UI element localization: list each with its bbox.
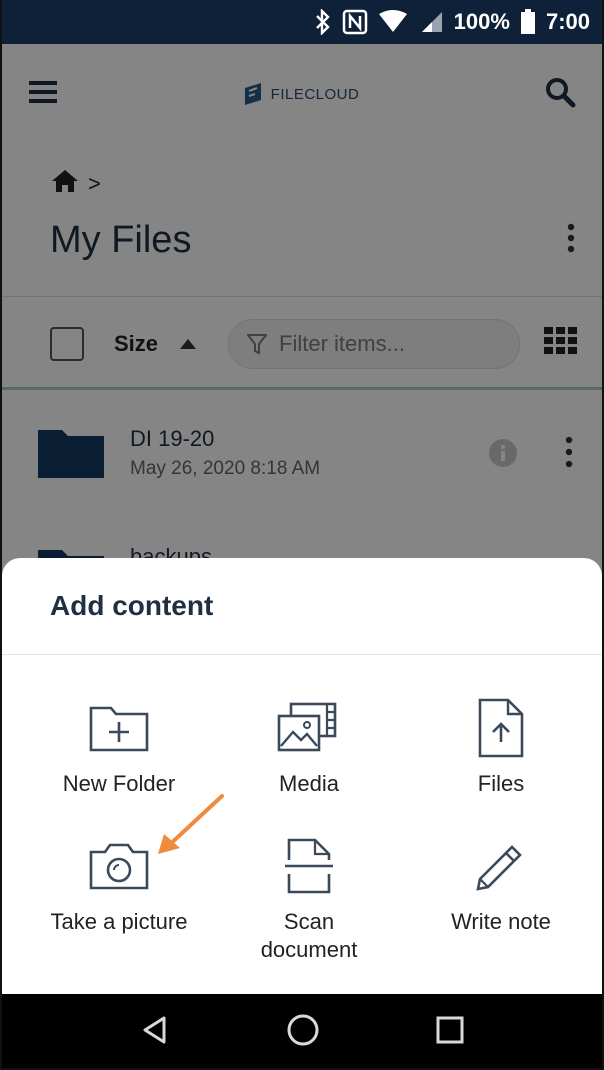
recents-icon[interactable] [436, 1016, 464, 1049]
status-bar: 100% 7:00 [2, 0, 602, 44]
scan-document-icon [214, 834, 404, 898]
option-label: Write note [451, 909, 551, 934]
option-label: Media [279, 771, 339, 796]
files-option[interactable]: Files [406, 696, 596, 798]
sheet-title: Add content [50, 590, 214, 621]
new-folder-icon [24, 696, 214, 760]
option-label: Files [477, 771, 525, 796]
scan-document-option[interactable]: Scan document [214, 834, 404, 964]
modal-scrim[interactable] [2, 44, 602, 574]
media-icon [214, 696, 404, 760]
option-label-line1: Scan [283, 909, 335, 934]
home-button-icon[interactable] [286, 1013, 320, 1052]
write-note-option[interactable]: Write note [406, 834, 596, 936]
system-navigation-bar [2, 994, 602, 1068]
nfc-icon [342, 9, 368, 35]
new-folder-option[interactable]: New Folder [24, 696, 214, 798]
sheet-divider [2, 654, 602, 655]
file-upload-icon [406, 696, 596, 760]
signal-icon [418, 10, 444, 34]
app-screen: 100% 7:00 FILECLOUD > My Files Size Filt… [0, 0, 604, 1070]
battery-icon [520, 9, 536, 35]
pencil-icon [406, 834, 596, 898]
option-label-line2: document [260, 937, 358, 962]
media-option[interactable]: Media [214, 696, 404, 798]
clock: 7:00 [545, 9, 590, 34]
wifi-icon [378, 10, 408, 34]
add-content-sheet: Add content New Folder Media Files Take … [2, 558, 602, 994]
annotation-arrow-icon [152, 790, 232, 865]
battery-percent: 100% [453, 9, 510, 34]
bluetooth-icon [314, 9, 332, 35]
back-icon[interactable] [140, 1015, 170, 1050]
option-label: Take a picture [50, 909, 188, 934]
